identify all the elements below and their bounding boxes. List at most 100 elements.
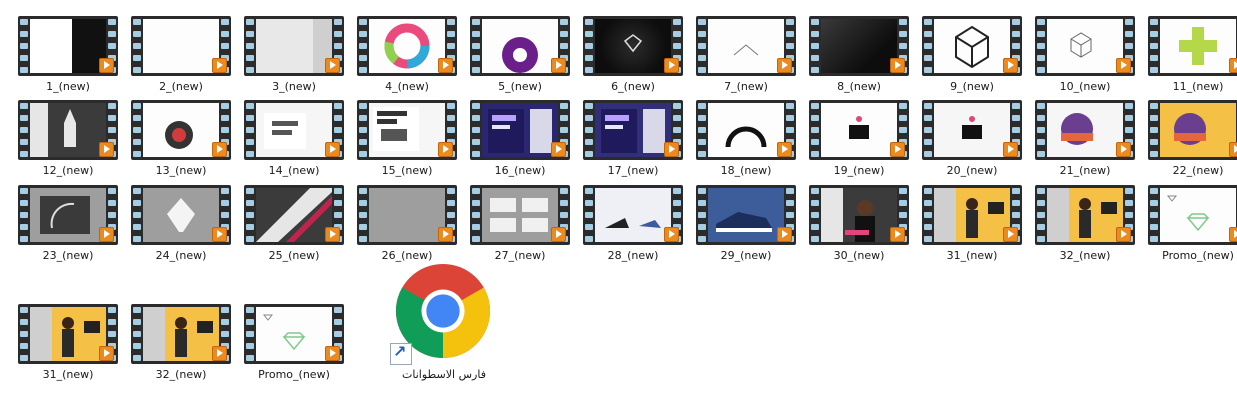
file-name[interactable]: 23_(new) — [12, 249, 124, 262]
video-file[interactable]: 12_(new) — [12, 100, 124, 177]
file-name[interactable]: 11_(new) — [1142, 80, 1237, 93]
film-perforation — [698, 19, 706, 73]
video-file[interactable]: 30_(new) — [803, 185, 915, 262]
thumbnail-frame — [369, 19, 445, 73]
file-name[interactable]: 1_(new) — [12, 80, 124, 93]
play-overlay-icon — [890, 58, 905, 73]
file-name[interactable]: 26_(new) — [351, 249, 463, 262]
video-file[interactable]: 23_(new) — [12, 185, 124, 262]
video-file[interactable]: 31_(new) — [12, 304, 124, 381]
video-file[interactable]: 19_(new) — [803, 100, 915, 177]
film-perforation — [472, 19, 480, 73]
video-file[interactable]: 20_(new) — [916, 100, 1028, 177]
file-name[interactable]: 14_(new) — [238, 164, 350, 177]
video-file[interactable]: 15_(new) — [351, 100, 463, 177]
file-name[interactable]: 10_(new) — [1029, 80, 1141, 93]
file-name[interactable]: 32_(new) — [125, 368, 237, 381]
thumbnail-frame — [143, 188, 219, 242]
video-file[interactable]: 4_(new) — [351, 16, 463, 93]
video-thumbnail — [696, 16, 796, 76]
video-file[interactable]: 21_(new) — [1029, 100, 1141, 177]
video-file[interactable]: Promo_(new) — [1142, 185, 1237, 262]
video-thumbnail — [922, 100, 1022, 160]
file-name[interactable]: 6_(new) — [577, 80, 689, 93]
thumbnail-frame — [143, 19, 219, 73]
video-thumbnail — [244, 185, 344, 245]
video-file[interactable]: 9_(new) — [916, 16, 1028, 93]
video-thumbnail — [18, 304, 118, 364]
file-name[interactable]: 16_(new) — [464, 164, 576, 177]
file-name[interactable]: 30_(new) — [803, 249, 915, 262]
video-file[interactable]: 6_(new) — [577, 16, 689, 93]
file-name[interactable]: 18_(new) — [690, 164, 802, 177]
video-file[interactable]: 17_(new) — [577, 100, 689, 177]
thumbnail-frame — [1160, 103, 1236, 157]
video-file[interactable]: 14_(new) — [238, 100, 350, 177]
file-name[interactable]: 29_(new) — [690, 249, 802, 262]
file-name[interactable]: 2_(new) — [125, 80, 237, 93]
file-name[interactable]: 9_(new) — [916, 80, 1028, 93]
file-name[interactable]: 25_(new) — [238, 249, 350, 262]
video-file[interactable]: 3_(new) — [238, 16, 350, 93]
file-name[interactable]: 31_(new) — [916, 249, 1028, 262]
file-name[interactable]: 27_(new) — [464, 249, 576, 262]
video-file[interactable]: 10_(new) — [1029, 16, 1141, 93]
video-file[interactable]: 29_(new) — [690, 185, 802, 262]
play-overlay-icon — [1116, 58, 1131, 73]
video-file[interactable]: 16_(new) — [464, 100, 576, 177]
video-file[interactable]: 5_(new) — [464, 16, 576, 93]
video-file[interactable]: 25_(new) — [238, 185, 350, 262]
video-file[interactable]: 31_(new) — [916, 185, 1028, 262]
thumbnail-frame — [482, 19, 558, 73]
video-file[interactable]: 18_(new) — [690, 100, 802, 177]
file-name[interactable]: 15_(new) — [351, 164, 463, 177]
film-perforation — [133, 307, 141, 361]
video-file[interactable]: 13_(new) — [125, 100, 237, 177]
video-file[interactable]: 32_(new) — [125, 304, 237, 381]
video-file[interactable]: 26_(new) — [351, 185, 463, 262]
play-overlay-icon — [1003, 142, 1018, 157]
video-file[interactable]: 1_(new) — [12, 16, 124, 93]
file-name[interactable]: 19_(new) — [803, 164, 915, 177]
video-file[interactable]: 2_(new) — [125, 16, 237, 93]
file-name[interactable]: 8_(new) — [803, 80, 915, 93]
video-file[interactable]: 8_(new) — [803, 16, 915, 93]
thumbnail-frame — [595, 188, 671, 242]
video-file[interactable]: 11_(new) — [1142, 16, 1237, 93]
shortcut-label[interactable]: فارس الاسطوانات — [380, 368, 508, 381]
file-name[interactable]: 7_(new) — [690, 80, 802, 93]
file-name[interactable]: Promo_(new) — [1142, 249, 1237, 262]
video-file[interactable]: 7_(new) — [690, 16, 802, 93]
play-overlay-icon — [325, 58, 340, 73]
file-name[interactable]: 24_(new) — [125, 249, 237, 262]
file-name[interactable]: Promo_(new) — [238, 368, 350, 381]
file-name[interactable]: 12_(new) — [12, 164, 124, 177]
video-thumbnail — [357, 16, 457, 76]
file-name[interactable]: 31_(new) — [12, 368, 124, 381]
video-file[interactable]: 24_(new) — [125, 185, 237, 262]
file-name[interactable]: 21_(new) — [1029, 164, 1141, 177]
film-perforation — [698, 188, 706, 242]
file-name[interactable]: 20_(new) — [916, 164, 1028, 177]
video-file[interactable]: Promo_(new) — [238, 304, 350, 381]
video-file[interactable]: 27_(new) — [464, 185, 576, 262]
thumbnail-frame — [30, 103, 106, 157]
video-file[interactable]: 22_(new) — [1142, 100, 1237, 177]
film-perforation — [20, 188, 28, 242]
thumbnail-frame — [1047, 188, 1123, 242]
film-perforation — [246, 307, 254, 361]
file-name[interactable]: 22_(new) — [1142, 164, 1237, 177]
video-thumbnail — [18, 16, 118, 76]
video-file[interactable]: 28_(new) — [577, 185, 689, 262]
video-thumbnail — [1035, 100, 1135, 160]
thumbnail-frame — [708, 19, 784, 73]
file-name[interactable]: 5_(new) — [464, 80, 576, 93]
play-overlay-icon — [777, 227, 792, 242]
file-name[interactable]: 3_(new) — [238, 80, 350, 93]
video-file[interactable]: 32_(new) — [1029, 185, 1141, 262]
file-name[interactable]: 32_(new) — [1029, 249, 1141, 262]
file-name[interactable]: 4_(new) — [351, 80, 463, 93]
file-name[interactable]: 13_(new) — [125, 164, 237, 177]
file-name[interactable]: 28_(new) — [577, 249, 689, 262]
file-name[interactable]: 17_(new) — [577, 164, 689, 177]
